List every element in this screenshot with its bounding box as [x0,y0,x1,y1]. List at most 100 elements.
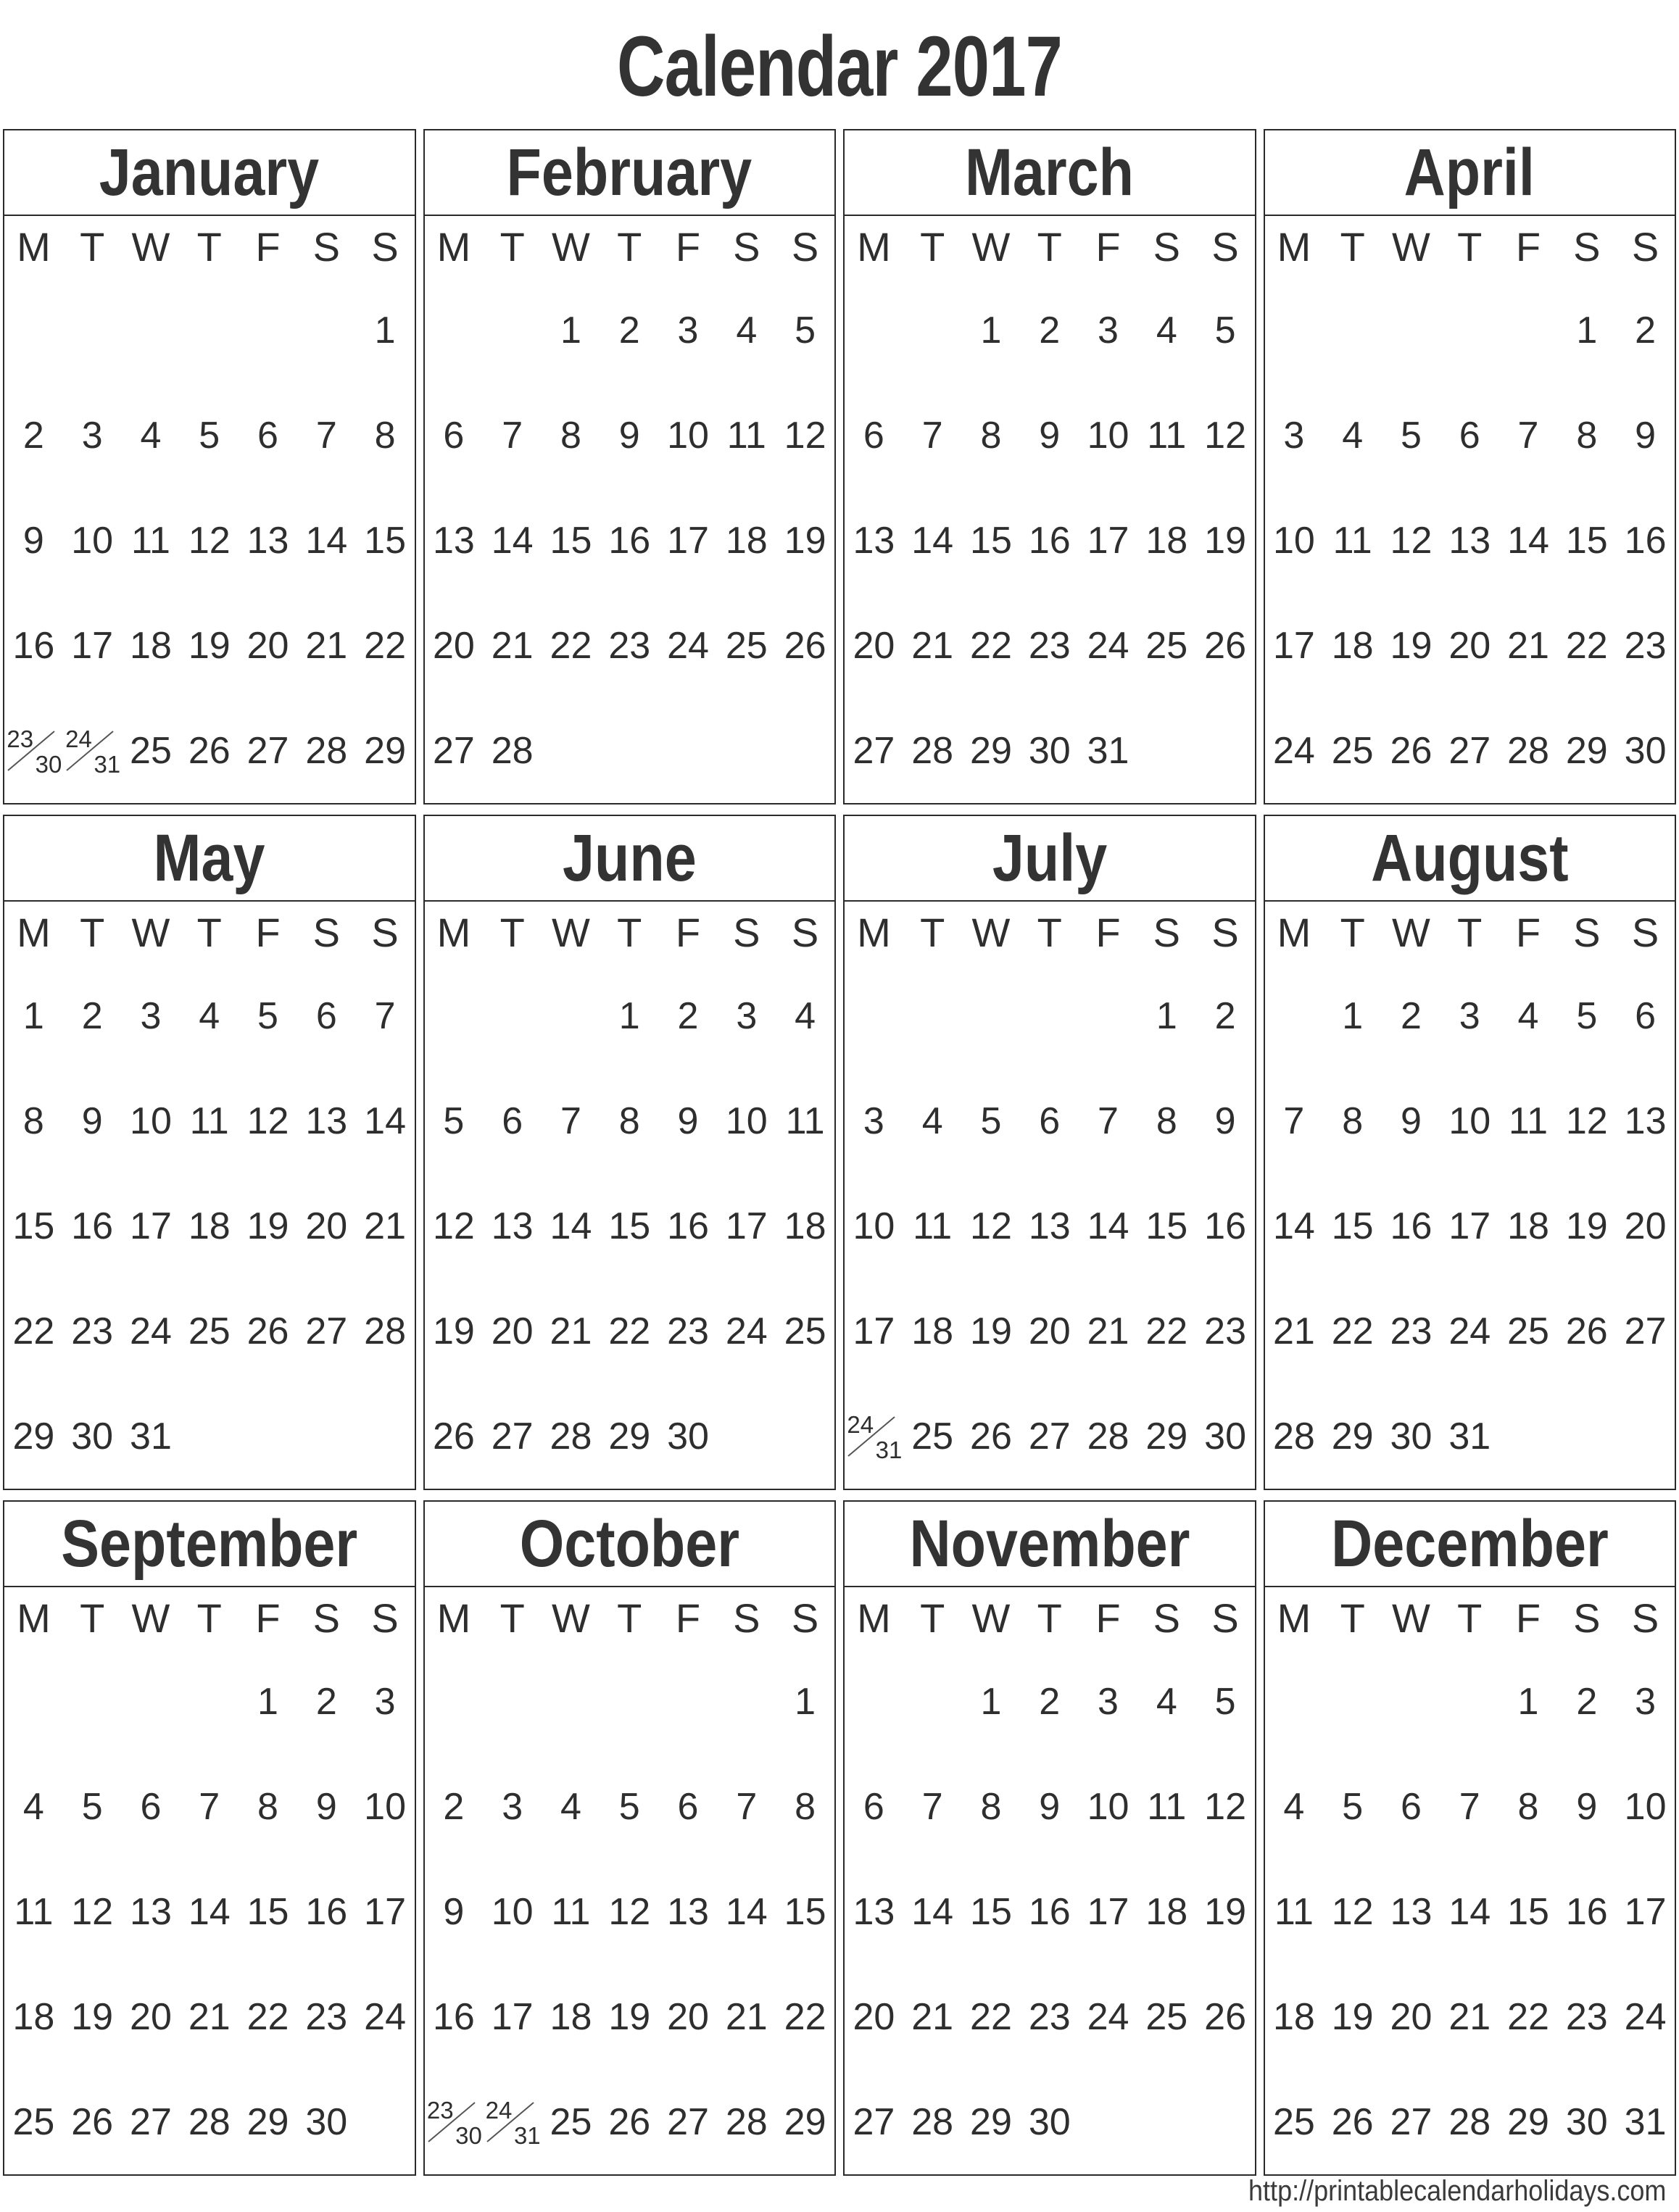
day-cell[interactable]: 12 [1557,1069,1616,1174]
day-cell[interactable]: 17 [1616,1860,1675,1965]
day-cell[interactable]: 4 [776,964,834,1069]
day-cell[interactable]: 5 [239,964,297,1069]
day-cell[interactable]: 11 [717,383,776,488]
day-cell[interactable]: 4 [542,1755,600,1860]
day-cell[interactable]: 9 [63,1069,122,1174]
day-cell[interactable]: 11 [1137,383,1196,488]
day-cell[interactable]: 2 [1616,278,1675,383]
day-cell[interactable]: 2 [1382,964,1440,1069]
day-cell[interactable]: 14 [1440,1860,1499,1965]
day-cell[interactable]: 25 [1265,2069,1324,2174]
day-cell[interactable]: 22 [542,593,600,698]
day-cell[interactable]: 21 [717,1964,776,2069]
day-cell[interactable]: 16 [1616,488,1675,594]
day-cell[interactable]: 6 [1440,383,1499,488]
day-cell[interactable]: 7 [297,383,356,488]
day-cell[interactable]: 7 [356,964,415,1069]
day-cell[interactable]: 16 [425,1964,484,2069]
day-cell[interactable]: 14 [356,1069,415,1174]
day-cell[interactable]: 12 [1196,383,1255,488]
day-cell[interactable]: 31 [122,1384,181,1489]
day-cell[interactable]: 1 [1499,1650,1558,1755]
day-cell[interactable]: 18 [1323,593,1382,698]
day-cell[interactable]: 4 [1137,1650,1196,1755]
day-cell[interactable]: 9 [1020,1755,1079,1860]
day-cell[interactable]: 12 [1196,1755,1255,1860]
day-cell[interactable]: 30 [1196,1384,1255,1489]
day-cell[interactable]: 13 [1616,1069,1675,1174]
day-cell[interactable]: 8 [600,1069,659,1174]
day-cell[interactable]: 23 [659,1278,718,1384]
day-cell[interactable]: 3 [1616,1650,1675,1755]
day-cell[interactable]: 2 [600,278,659,383]
day-cell[interactable]: 27 [1616,1278,1675,1384]
day-cell[interactable]: 21 [1440,1964,1499,2069]
day-cell[interactable]: 25 [1137,1964,1196,2069]
day-cell[interactable]: 5 [1557,964,1616,1069]
day-cell[interactable]: 31 [1079,698,1137,803]
day-cell[interactable]: 1 [542,278,600,383]
day-cell[interactable]: 12 [180,488,239,594]
day-cell[interactable]: 1 [962,1650,1021,1755]
day-cell[interactable]: 27 [1382,2069,1440,2174]
day-cell[interactable]: 22 [1323,1278,1382,1384]
day-cell[interactable]: 21 [1079,1278,1137,1384]
day-cell[interactable]: 15 [1137,1174,1196,1279]
day-cell[interactable]: 18 [4,1964,63,2069]
day-cell[interactable]: 14 [180,1860,239,1965]
day-cell[interactable]: 5 [63,1755,122,1860]
day-cell[interactable]: 2 [1557,1650,1616,1755]
day-cell[interactable]: 11 [542,1860,600,1965]
day-cell[interactable]: 21 [1265,1278,1324,1384]
day-cell[interactable]: 31 [1440,1384,1499,1489]
day-cell[interactable]: 25 [542,2069,600,2174]
day-cell[interactable]: 10 [122,1069,181,1174]
day-cell[interactable]: 10 [1440,1069,1499,1174]
day-cell[interactable]: 18 [717,488,776,594]
day-cell[interactable]: 27 [659,2069,718,2174]
day-cell[interactable]: 19 [63,1964,122,2069]
day-cell[interactable]: 29 [4,1384,63,1489]
day-cell[interactable]: 16 [4,593,63,698]
day-cell[interactable]: 11 [1499,1069,1558,1174]
day-cell-split[interactable]: 24 31 [63,698,122,803]
day-cell[interactable]: 21 [1499,593,1558,698]
day-cell[interactable]: 13 [1382,1860,1440,1965]
day-cell[interactable]: 22 [1557,593,1616,698]
day-cell[interactable]: 9 [659,1069,718,1174]
day-cell[interactable]: 13 [845,488,903,594]
day-cell[interactable]: 10 [1265,488,1324,594]
day-cell[interactable]: 6 [1616,964,1675,1069]
day-cell[interactable]: 27 [1020,1384,1079,1489]
day-cell[interactable]: 19 [425,1278,484,1384]
day-cell[interactable]: 4 [122,383,181,488]
day-cell[interactable]: 24 [1079,593,1137,698]
day-cell[interactable]: 24 [659,593,718,698]
day-cell[interactable]: 21 [903,593,962,698]
day-cell[interactable]: 25 [122,698,181,803]
day-cell[interactable]: 26 [425,1384,484,1489]
day-cell[interactable]: 10 [63,488,122,594]
day-cell[interactable]: 28 [1499,698,1558,803]
day-cell[interactable]: 4 [180,964,239,1069]
day-cell[interactable]: 13 [1440,488,1499,594]
day-cell[interactable]: 1 [4,964,63,1069]
day-cell[interactable]: 29 [239,2069,297,2174]
day-cell[interactable]: 4 [4,1755,63,1860]
day-cell[interactable]: 26 [1557,1278,1616,1384]
day-cell[interactable]: 11 [776,1069,834,1174]
day-cell[interactable]: 13 [1020,1174,1079,1279]
day-cell[interactable]: 18 [122,593,181,698]
day-cell[interactable]: 9 [1196,1069,1255,1174]
day-cell[interactable]: 24 [1265,698,1324,803]
day-cell[interactable]: 5 [1382,383,1440,488]
day-cell[interactable]: 18 [180,1174,239,1279]
day-cell[interactable]: 14 [1265,1174,1324,1279]
day-cell[interactable]: 29 [600,1384,659,1489]
day-cell[interactable]: 6 [425,383,484,488]
day-cell[interactable]: 28 [542,1384,600,1489]
day-cell[interactable]: 5 [1323,1755,1382,1860]
day-cell[interactable]: 16 [1382,1174,1440,1279]
day-cell[interactable]: 13 [659,1860,718,1965]
day-cell[interactable]: 8 [1499,1755,1558,1860]
